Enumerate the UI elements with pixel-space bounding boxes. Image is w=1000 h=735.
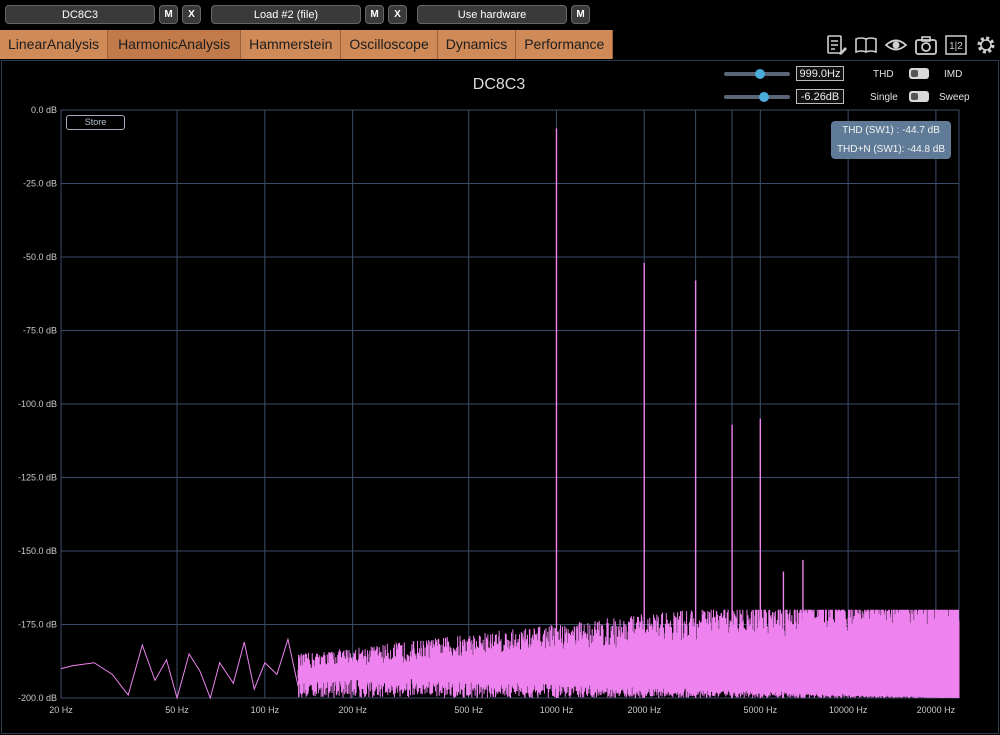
x-axis-labels: 20 Hz 50 Hz 100 Hz 200 Hz 500 Hz 1000 Hz 2000 … bbox=[49, 705, 955, 715]
y-tick-label: -75.0 dB bbox=[23, 326, 57, 336]
x-tick-label: 50 Hz bbox=[165, 705, 189, 715]
y-tick-label: -150.0 dB bbox=[18, 546, 57, 556]
thdn-readout: THD+N (SW1): -44.8 dB bbox=[836, 144, 946, 155]
y-tick-label: -125.0 dB bbox=[18, 473, 57, 483]
y-tick-label: -100.0 dB bbox=[18, 399, 57, 409]
single-label: Single bbox=[870, 92, 898, 103]
thd-info-box: THD (SW1) : -44.7 dB THD+N (SW1): -44.8 … bbox=[831, 121, 951, 159]
x-tick-label: 1000 Hz bbox=[540, 705, 574, 715]
level-value-field[interactable]: -6.26dB bbox=[796, 89, 844, 104]
imd-label: IMD bbox=[944, 69, 963, 80]
y-tick-label: -200.0 dB bbox=[18, 693, 57, 703]
x-tick-label: 10000 Hz bbox=[829, 705, 868, 715]
sweep-label: Sweep bbox=[939, 92, 970, 103]
y-tick-label: 0.0 dB bbox=[31, 105, 57, 115]
y-axis-labels: 0.0 dB -25.0 dB -50.0 dB -75.0 dB -100.0 dB -… bbox=[18, 105, 57, 703]
frequency-value-field[interactable]: 999.0Hz bbox=[796, 66, 844, 81]
noise-floor-band bbox=[297, 609, 960, 698]
spectrum-chart: 0.0 dB -25.0 dB -50.0 dB -75.0 dB -100.0 dB -… bbox=[18, 105, 960, 715]
level-slider-knob[interactable] bbox=[758, 92, 769, 102]
store-button[interactable]: Store bbox=[66, 115, 125, 130]
level-slider-track[interactable] bbox=[724, 95, 790, 99]
chart-title: DC8C3 bbox=[472, 76, 526, 93]
chart-grid bbox=[60, 109, 960, 699]
y-tick-label: -175.0 dB bbox=[18, 620, 57, 630]
x-tick-label: 20000 Hz bbox=[917, 705, 956, 715]
x-tick-label: 2000 Hz bbox=[628, 705, 662, 715]
x-tick-label: 20 Hz bbox=[49, 705, 73, 715]
y-tick-label: -25.0 dB bbox=[23, 179, 57, 189]
x-tick-label: 100 Hz bbox=[251, 705, 280, 715]
spectrum-trace bbox=[60, 128, 960, 700]
y-tick-label: -50.0 dB bbox=[23, 252, 57, 262]
thd-imd-toggle[interactable] bbox=[909, 68, 929, 79]
thd-label: THD bbox=[873, 69, 894, 80]
x-tick-label: 500 Hz bbox=[454, 705, 483, 715]
noise-floor-low-line bbox=[60, 637, 299, 700]
single-sweep-toggle[interactable] bbox=[909, 91, 929, 102]
x-tick-label: 5000 Hz bbox=[744, 705, 778, 715]
thd-readout: THD (SW1) : -44.7 dB bbox=[842, 125, 940, 136]
x-tick-label: 200 Hz bbox=[338, 705, 367, 715]
